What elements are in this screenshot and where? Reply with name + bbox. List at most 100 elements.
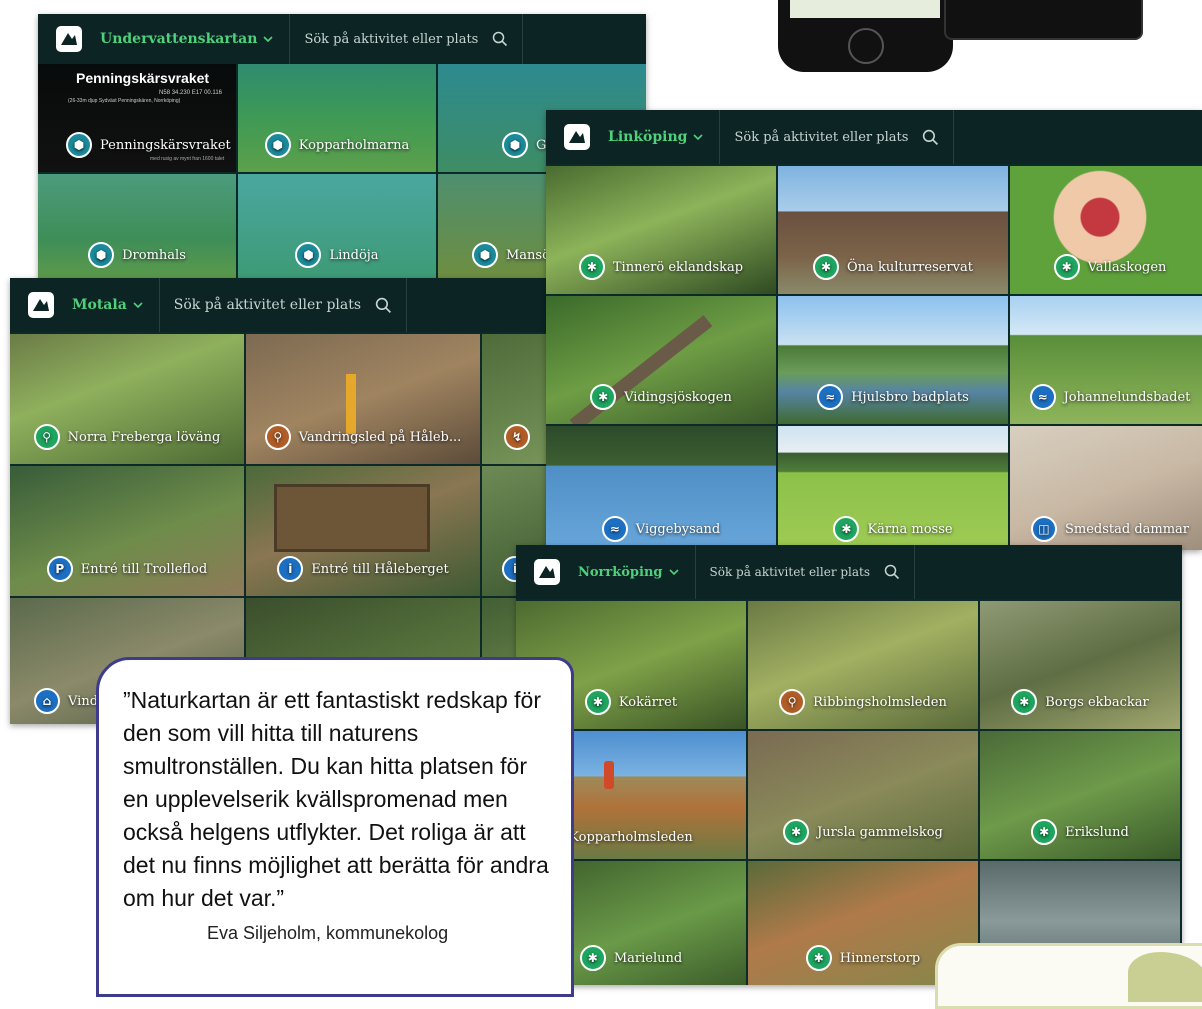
hiking-icon: ⚲ <box>33 424 60 450</box>
tile-label: ≈ Johannelundsbadet <box>1010 384 1202 410</box>
shield-icon: ⬢ <box>66 132 92 158</box>
tile-karna-mosse[interactable]: ✱ Kärna mosse <box>778 426 1008 550</box>
search-icon[interactable] <box>922 110 955 164</box>
hiking-icon: ⚲ <box>779 689 806 715</box>
bird-hide-icon: ◫ <box>1030 516 1057 542</box>
tile-smedstad[interactable]: ◫ Smedstad dammar <box>1010 426 1202 550</box>
tile-hjulsbro[interactable]: ≈ Hjulsbro badplats <box>778 296 1008 424</box>
search-input[interactable]: Sök på aktivitet eller plats <box>290 32 478 47</box>
tile-grid: ✱ Kokärret ⚲ Ribbingsholmsleden ✱ Borgs ekb… <box>516 601 1180 985</box>
location-dropdown[interactable]: Norrköping <box>578 545 696 599</box>
shield-icon: ⬢ <box>295 242 322 268</box>
tile-label: ✱ Jursla gammelskog <box>748 819 978 845</box>
topbar: Undervattenskartan Sök på aktivitet elle… <box>38 14 646 64</box>
topbar: Motala Sök på aktivitet eller plats <box>10 278 562 332</box>
tile-label: ⬢ Kopparholmarna <box>238 132 436 158</box>
location-label: Motala <box>72 297 127 313</box>
tile-label: ≈ Hjulsbro badplats <box>778 384 1008 410</box>
info-icon: i <box>277 556 304 582</box>
hiker-figure <box>604 761 614 789</box>
naturkartan-logo[interactable] <box>534 559 560 585</box>
topbar: Linköping Sök på aktivitet eller plats <box>546 110 1202 164</box>
parking-icon: P <box>46 556 73 582</box>
tile-label: ⬢ Penningskärsvraket <box>38 132 236 158</box>
nature-reserve-icon: ✱ <box>1053 254 1080 280</box>
location-label: Linköping <box>608 129 688 145</box>
search-icon[interactable] <box>884 545 916 599</box>
shield-icon: ⬢ <box>502 132 528 158</box>
tile-label: ✱ Vallaskogen <box>1010 254 1202 280</box>
nature-reserve-icon: ✱ <box>805 945 832 971</box>
naturkartan-logo[interactable] <box>28 292 54 318</box>
tablet-mockup <box>944 0 1143 40</box>
hiking-icon: ⚲ <box>264 424 291 450</box>
location-dropdown[interactable]: Motala <box>72 278 160 332</box>
shelter-icon: ⌂ <box>34 688 60 714</box>
featured-depth: (26-33m djup Sydväst Penningskären, Norr… <box>68 98 181 104</box>
tile-kopparholmarna[interactable]: ⬢ Kopparholmarna <box>238 64 436 172</box>
search-icon[interactable] <box>492 14 524 64</box>
search-input[interactable]: Sök på aktivitet eller plats <box>696 565 871 579</box>
swimming-icon: ≈ <box>817 384 844 410</box>
panel-norrkoping: Norrköping Sök på aktivitet eller plats … <box>516 545 1182 985</box>
location-dropdown[interactable]: Linköping <box>608 110 721 164</box>
tile-erikslund[interactable]: ✱ Erikslund <box>980 731 1180 859</box>
phone-home-button <box>848 28 884 64</box>
tile-viggebysand[interactable]: ≈ Viggebysand <box>546 426 776 550</box>
nature-reserve-icon: ✱ <box>833 516 860 542</box>
tile-borgs-ekbackar[interactable]: ✱ Borgs ekbackar <box>980 601 1180 729</box>
shield-icon: ⬢ <box>472 242 498 268</box>
nature-reserve-icon: ✱ <box>590 384 617 410</box>
search-icon[interactable] <box>375 278 408 332</box>
tile-grid: ✱ Tinnerö eklandskap ✱ Öna kulturreservat … <box>546 166 1202 550</box>
tile-ona[interactable]: ✱ Öna kulturreservat <box>778 166 1008 294</box>
tile-norra-freberga[interactable]: ⚲ Norra Freberga löväng <box>10 334 244 464</box>
tile-label: ✱ Borgs ekbackar <box>980 689 1180 715</box>
tile-jursla[interactable]: ✱ Jursla gammelskog <box>748 731 978 859</box>
tile-label: ⬢ Dromhals <box>38 242 236 268</box>
tile-tinnero[interactable]: ✱ Tinnerö eklandskap <box>546 166 776 294</box>
featured-title: Penningskärsvraket <box>76 70 210 86</box>
search-input[interactable]: Sök på aktivitet eller plats <box>720 130 908 145</box>
info-board <box>274 484 430 552</box>
tile-vallaskogen[interactable]: ✱ Vallaskogen <box>1010 166 1202 294</box>
nature-reserve-icon: ✱ <box>579 945 606 971</box>
tile-lindoja[interactable]: ⬢ Lindöja <box>238 174 436 282</box>
topbar: Norrköping Sök på aktivitet eller plats <box>516 545 1182 599</box>
featured-coords: N58 34.230 E17 00.116 <box>159 90 222 96</box>
tile-label: ⚲ Vandringsled på Håleb... <box>246 424 480 450</box>
tile-label: ✱ Erikslund <box>980 819 1180 845</box>
location-dropdown[interactable]: Undervattenskartan <box>100 14 291 64</box>
naturkartan-logo[interactable] <box>56 26 82 52</box>
nature-reserve-icon: ✱ <box>1011 689 1038 715</box>
location-label: Undervattenskartan <box>100 31 258 47</box>
tile-label: ⚲ Norra Freberga löväng <box>10 424 244 450</box>
tile-label: ⬢ Lindöja <box>238 242 436 268</box>
search-input[interactable]: Sök på aktivitet eller plats <box>160 297 361 313</box>
nature-reserve-icon: ✱ <box>578 254 605 280</box>
tile-vandringsled[interactable]: ⚲ Vandringsled på Håleb... <box>246 334 480 464</box>
tile-label: P Entré till Trolleflod <box>10 556 244 582</box>
tile-ribbingsholm[interactable]: ⚲ Ribbingsholmsleden <box>748 601 978 729</box>
tile-label: ✱ Kärna mosse <box>778 516 1008 542</box>
nature-reserve-icon: ✱ <box>1031 819 1058 845</box>
tile-dromhals[interactable]: ⬢ Dromhals <box>38 174 236 282</box>
shield-icon: ⬢ <box>264 132 291 158</box>
tile-vidingsjo[interactable]: ✱ Vidingsjöskogen <box>546 296 776 424</box>
tile-trolleflod[interactable]: P Entré till Trolleflod <box>10 466 244 596</box>
panel-linkoping: Linköping Sök på aktivitet eller plats ✱… <box>546 110 1202 550</box>
chevron-down-icon <box>263 36 274 43</box>
tile-haleberget[interactable]: i Entré till Håleberget <box>246 466 480 596</box>
chevron-down-icon <box>668 569 679 576</box>
nature-reserve-icon: ✱ <box>584 689 611 715</box>
tile-label: i Entré till Håleberget <box>246 556 480 582</box>
quote-box: ”Naturkartan är ett fantastiskt redskap … <box>96 657 574 997</box>
tile-featured-wreck[interactable]: Penningskärsvraket N58 34.230 E17 00.116… <box>38 64 236 172</box>
chevron-down-icon <box>693 134 704 141</box>
quote-text: ”Naturkartan är ett fantastiskt redskap … <box>123 687 549 911</box>
map-land-shape <box>1128 952 1202 1002</box>
tile-johannelund[interactable]: ≈ Johannelundsbadet <box>1010 296 1202 424</box>
naturkartan-logo[interactable] <box>564 124 590 150</box>
nature-reserve-icon: ✱ <box>813 254 840 280</box>
tile-label: ≈ Viggebysand <box>546 516 776 542</box>
